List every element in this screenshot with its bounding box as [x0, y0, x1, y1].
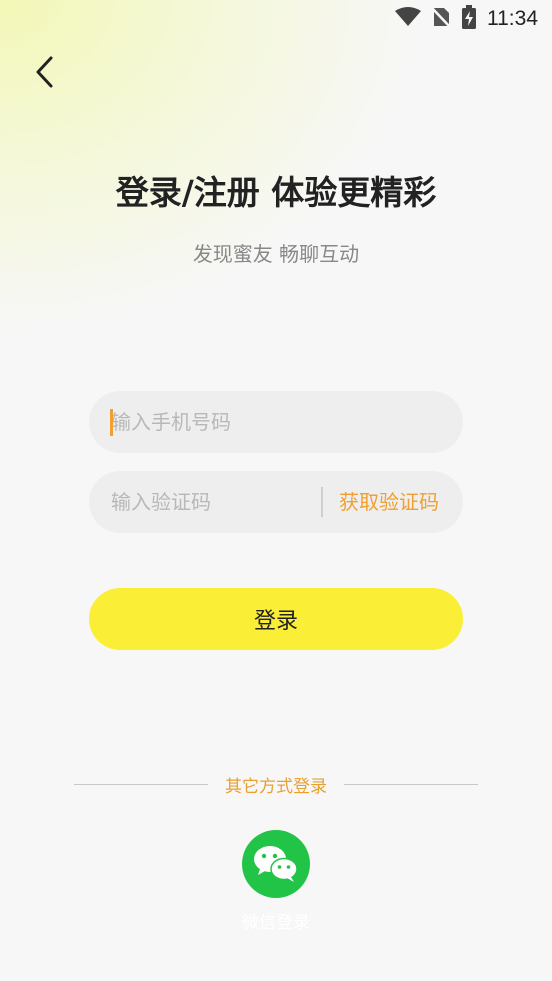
- text-cursor: [110, 409, 113, 436]
- page-subtitle: 发现蜜友 畅聊互动: [192, 242, 360, 266]
- divider-line-right: [344, 783, 478, 785]
- verification-code-input[interactable]: [111, 471, 311, 533]
- battery-charging-icon: [461, 5, 477, 33]
- login-button[interactable]: 登录: [89, 588, 463, 650]
- page-title: 登录/注册 体验更精彩: [115, 173, 437, 212]
- other-login-label: 其它方式登录: [225, 776, 327, 797]
- phone-input[interactable]: [111, 391, 441, 453]
- phone-field: [89, 391, 463, 453]
- divider-line-left: [74, 783, 208, 785]
- field-divider: [321, 487, 323, 517]
- wifi-icon: [395, 7, 421, 31]
- other-login-divider: 其它方式登录: [74, 770, 478, 798]
- status-time: 11:34: [487, 7, 538, 30]
- chevron-left-icon: [36, 56, 53, 88]
- wechat-login-label: 微信登录: [242, 913, 310, 933]
- wechat-icon: [254, 846, 298, 882]
- no-sim-icon: [431, 6, 451, 32]
- code-field: 获取验证码: [89, 471, 463, 533]
- wechat-login-button[interactable]: [242, 830, 310, 898]
- status-bar: 11:34: [0, 0, 552, 38]
- back-button[interactable]: [26, 52, 62, 92]
- get-code-button[interactable]: 获取验证码: [339, 471, 439, 533]
